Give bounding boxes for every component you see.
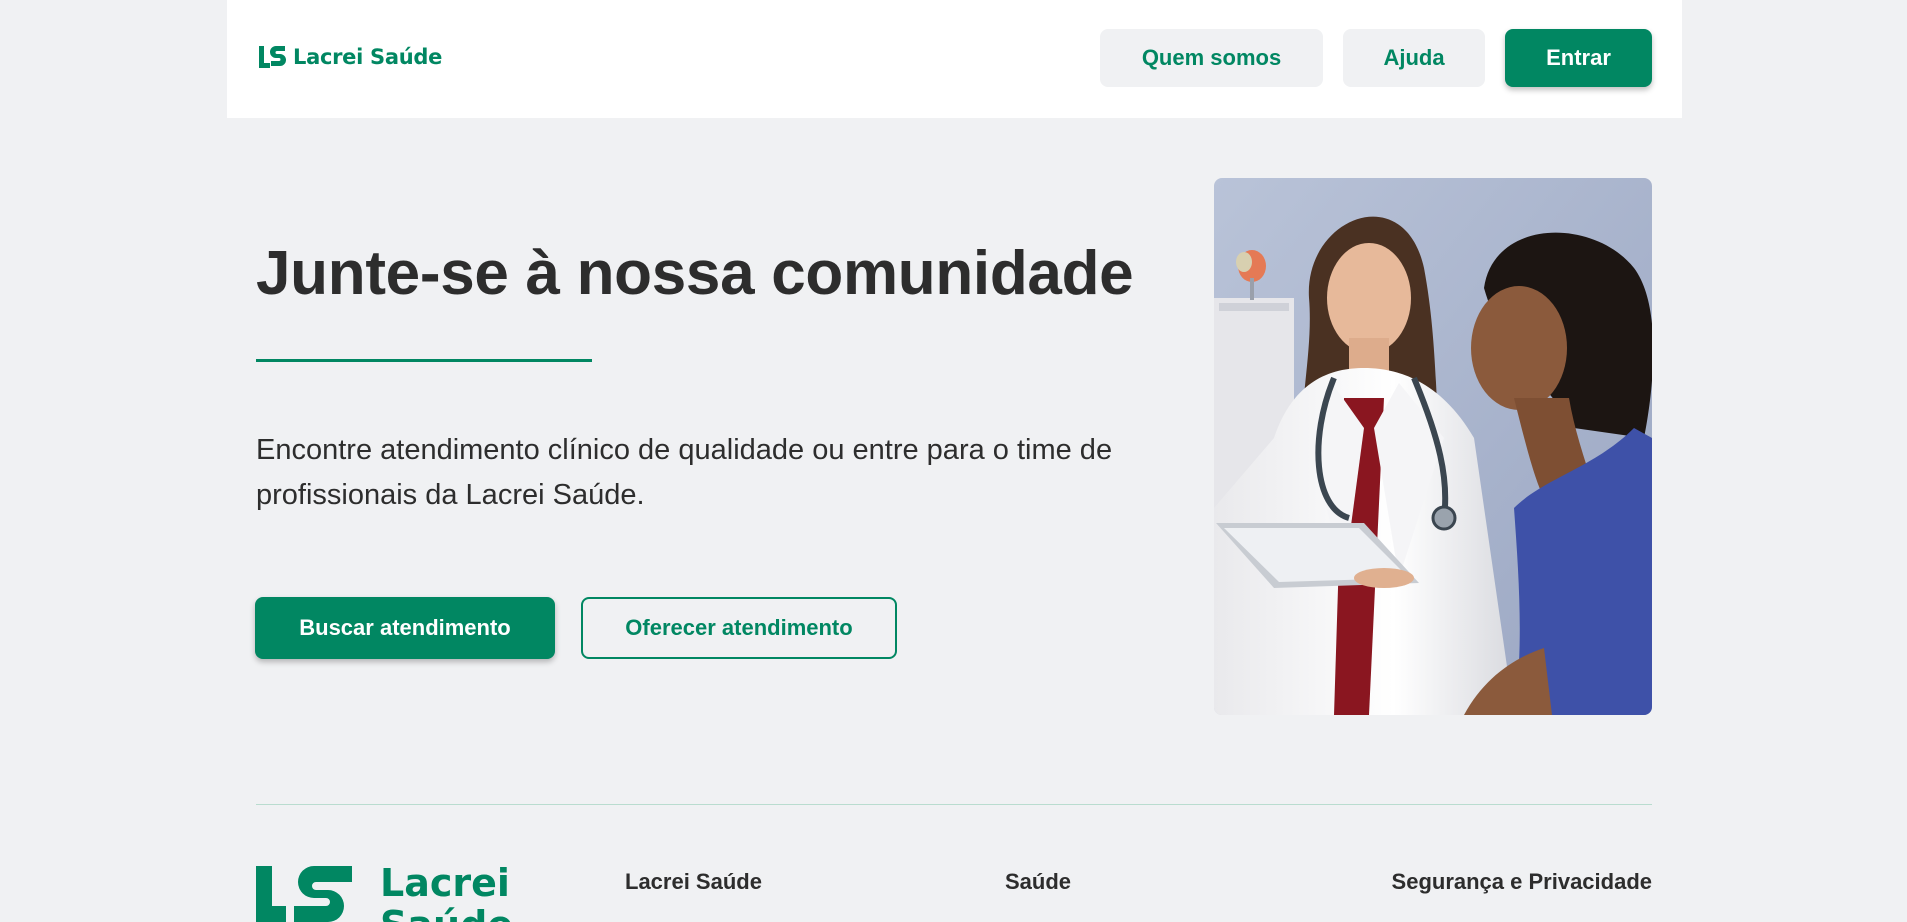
footer-heading-privacy: Segurança e Privacidade — [1391, 869, 1652, 894]
brand-name: Lacrei Saúde — [293, 45, 443, 69]
footer-heading-lacrei: Lacrei Saúde — [625, 869, 762, 894]
site-header: Lacrei Saúde Quem somos Ajuda Entrar — [227, 0, 1682, 118]
find-care-button[interactable]: Buscar atendimento — [255, 597, 555, 659]
hero-title: Junte-se à nossa comunidade — [256, 239, 1134, 308]
hero-subtitle: Encontre atendimento clínico de qualidad… — [256, 434, 1113, 511]
login-button[interactable]: Entrar — [1505, 29, 1652, 87]
footer-logo-line1: Lacrei — [380, 862, 510, 905]
brand-logo[interactable]: Lacrei Saúde — [257, 44, 442, 70]
lacrei-logo-icon — [259, 46, 286, 68]
footer-logo[interactable]: Lacrei Saúde — [256, 862, 516, 922]
title-divider — [256, 359, 592, 362]
lacrei-logo-icon: Lacrei Saúde — [256, 862, 513, 922]
offer-care-button[interactable]: Oferecer atendimento — [581, 597, 897, 659]
footer-divider — [256, 804, 1652, 805]
doctor-patient-photo — [1214, 178, 1652, 715]
main-nav: Quem somos Ajuda Entrar — [1100, 29, 1652, 87]
about-button[interactable]: Quem somos — [1100, 29, 1323, 87]
footer-logo-line2: Saúde — [380, 903, 513, 922]
help-button[interactable]: Ajuda — [1343, 29, 1485, 87]
footer-heading-saude: Saúde — [1005, 869, 1072, 894]
